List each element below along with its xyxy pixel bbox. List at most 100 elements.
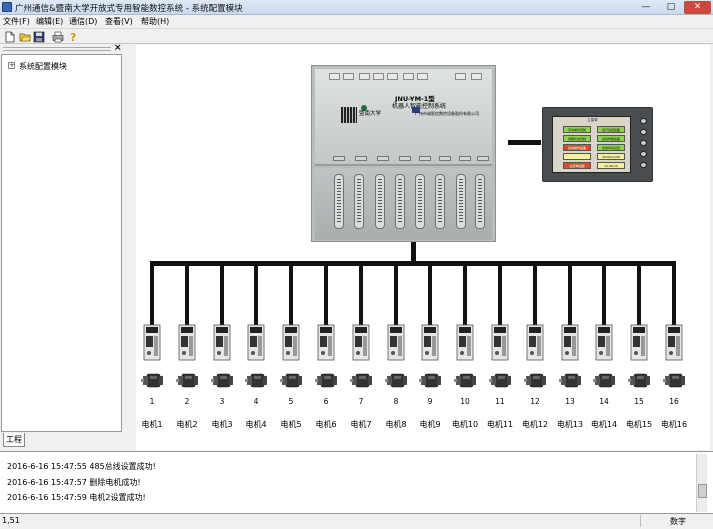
servo-motor-icon[interactable] — [211, 371, 234, 390]
servo-motor-icon[interactable] — [176, 371, 199, 390]
servo-motor-icon[interactable] — [315, 371, 338, 390]
servo-motor-icon[interactable] — [663, 371, 686, 390]
servo-driver-icon[interactable] — [665, 324, 683, 361]
hmi-key-icon — [640, 118, 647, 124]
hmi-button: 基本操作画面 — [563, 144, 591, 151]
axis-number: 15 — [634, 397, 644, 406]
servo-driver-icon[interactable] — [247, 324, 265, 361]
tree-item-system-config[interactable]: 系统配置模块 — [19, 61, 67, 72]
menu-help[interactable]: 帮助(H) — [141, 16, 169, 27]
log-pane: 2016-6-16 15:47:55 485总线设置成功! 2016-6-16 … — [0, 451, 713, 514]
axis-number: 9 — [427, 397, 433, 406]
axis-number: 8 — [393, 397, 399, 406]
controller-port — [439, 156, 451, 161]
status-bar: 1,51 数字 — [0, 514, 713, 529]
menu-view[interactable]: 查看(V) — [105, 16, 133, 27]
servo-driver-icon[interactable] — [595, 324, 613, 361]
help-icon[interactable]: ? — [67, 31, 79, 43]
servo-motor-icon[interactable] — [280, 371, 303, 390]
axis-number: 13 — [565, 397, 575, 406]
pane-close-icon[interactable]: × — [114, 43, 122, 53]
controller-port — [399, 156, 411, 161]
servo-driver-icon[interactable] — [491, 324, 509, 361]
controller-port — [333, 156, 345, 161]
controller-image[interactable]: JNU-YM-1型 机器人智能控制系统 暨南大学 广州市诚智信数控设备股份有限公… — [311, 65, 496, 242]
servo-motor-icon[interactable] — [245, 371, 268, 390]
log-scroll-thumb[interactable] — [698, 484, 707, 498]
pane-grip[interactable] — [3, 47, 111, 51]
axis-number: 11 — [495, 397, 505, 406]
servo-motor-icon[interactable] — [350, 371, 373, 390]
minimize-button[interactable]: — — [634, 1, 658, 14]
tree-expand-icon[interactable]: + — [8, 62, 15, 69]
servo-driver-icon[interactable] — [526, 324, 544, 361]
axis-number: 6 — [323, 397, 329, 406]
menu-bar: 文件(F) 编辑(E) 通信(D) 查看(V) 帮助(H) — [0, 15, 713, 28]
controller-port — [419, 156, 431, 161]
controller-slot — [359, 73, 370, 80]
servo-driver-icon[interactable] — [456, 324, 474, 361]
servo-driver-icon[interactable] — [352, 324, 370, 361]
hmi-key-icon — [640, 129, 647, 135]
open-folder-icon[interactable] — [19, 31, 31, 43]
log-scrollbar[interactable] — [696, 454, 707, 512]
maximize-button[interactable]: □ — [659, 1, 683, 14]
db-connector-icon — [334, 174, 344, 229]
bus-drop-cable — [568, 264, 572, 327]
controller-port — [459, 156, 471, 161]
menu-comm[interactable]: 通信(D) — [69, 16, 97, 27]
close-button[interactable]: ✕ — [684, 1, 711, 14]
servo-driver-icon[interactable] — [387, 324, 405, 361]
controller-slot — [373, 73, 384, 80]
hmi-button — [563, 153, 591, 160]
servo-motor-icon[interactable] — [385, 371, 408, 390]
print-icon[interactable] — [52, 31, 64, 43]
servo-motor-icon[interactable] — [419, 371, 442, 390]
hmi-button: 主菜单画面 — [563, 162, 591, 169]
servo-driver-icon[interactable] — [421, 324, 439, 361]
servo-driver-icon[interactable] — [317, 324, 335, 361]
bus-drop-cable — [324, 264, 328, 327]
menu-file[interactable]: 文件(F) — [3, 16, 30, 27]
bus-drop-cable — [150, 264, 154, 327]
servo-driver-icon[interactable] — [630, 324, 648, 361]
title-bar: 广州通信&暨南大学开放式专用智能数控系统 - 系统配置模块 — □ ✕ — [0, 0, 713, 15]
tab-project[interactable]: 工程 — [3, 433, 25, 447]
axis-number: 14 — [599, 397, 609, 406]
servo-motor-icon[interactable] — [593, 371, 616, 390]
servo-motor-icon[interactable] — [559, 371, 582, 390]
bus-main-cable — [150, 261, 676, 266]
status-separator — [640, 515, 641, 527]
hmi-panel-image[interactable]: 主菜单 手动单步控制 运行监控画面 伺服状态控制 运动参数画面 基本操作画面 系… — [542, 107, 653, 182]
bus-drop-cable — [394, 264, 398, 327]
servo-driver-icon[interactable] — [561, 324, 579, 361]
menu-edit[interactable]: 编辑(E) — [36, 16, 63, 27]
controller-university: 暨南大学 — [359, 111, 382, 117]
servo-motor-icon[interactable] — [141, 371, 164, 390]
bus-drop-cable — [254, 264, 258, 327]
axis-motor-label: 电机1 — [141, 420, 163, 429]
servo-driver-icon[interactable] — [282, 324, 300, 361]
axis-motor-label: 电机9 — [419, 420, 441, 429]
servo-driver-icon[interactable] — [143, 324, 161, 361]
servo-motor-icon[interactable] — [524, 371, 547, 390]
servo-motor-icon[interactable] — [489, 371, 512, 390]
led-matrix-icon — [341, 107, 357, 123]
axis-motor-label: 电机7 — [350, 420, 372, 429]
axis-motor-label: 电机3 — [211, 420, 233, 429]
servo-driver-icon[interactable] — [178, 324, 196, 361]
servo-motor-icon[interactable] — [628, 371, 651, 390]
new-file-icon[interactable] — [4, 31, 16, 43]
controller-slot — [417, 73, 428, 80]
toolbar: ? — [0, 28, 713, 44]
servo-driver-icon[interactable] — [213, 324, 231, 361]
hmi-button: 手动单步控制 — [563, 126, 591, 133]
hmi-key-icon — [640, 140, 647, 146]
axis-number: 2 — [184, 397, 190, 406]
axis-motor-label: 电机14 — [590, 420, 618, 429]
bus-drop-cable — [637, 264, 641, 327]
hmi-key-icon — [640, 151, 647, 157]
servo-motor-icon[interactable] — [454, 371, 477, 390]
save-icon[interactable] — [33, 31, 45, 43]
db-connector-icon — [395, 174, 405, 229]
